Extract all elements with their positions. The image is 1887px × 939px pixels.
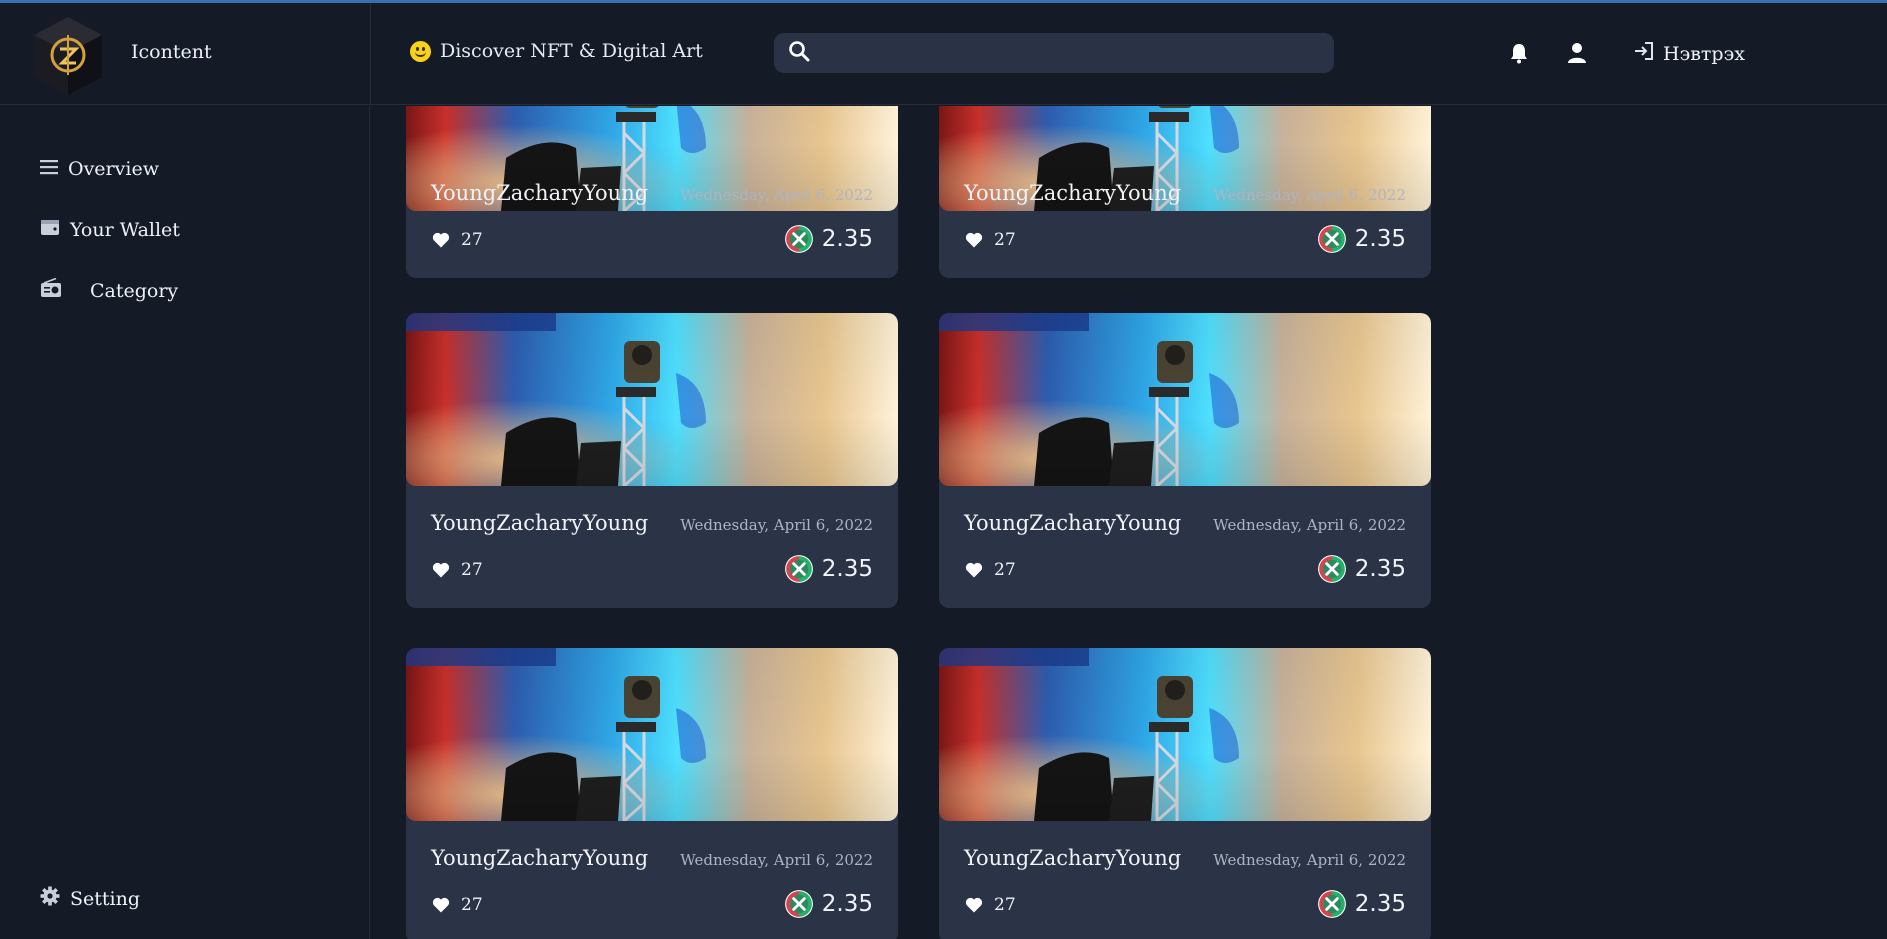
like-button[interactable]: 27 <box>964 230 1016 250</box>
sidebar-item-your-wallet[interactable]: Your Wallet <box>40 218 180 241</box>
sidebar-item-label: Setting <box>70 887 141 910</box>
author-name[interactable]: YoungZacharyYoung <box>964 181 1181 205</box>
card-date: Wednesday, April 6, 2022 <box>1213 186 1406 204</box>
author-name[interactable]: YoungZacharyYoung <box>964 511 1181 535</box>
tagline: Discover NFT & Digital Art <box>410 40 703 62</box>
heart-icon <box>964 230 984 250</box>
price-value: 2.35 <box>1354 556 1406 582</box>
like-button[interactable]: 27 <box>431 895 483 915</box>
like-button[interactable]: 27 <box>964 895 1016 915</box>
user-icon[interactable] <box>1565 41 1589 65</box>
heart-icon <box>431 895 451 915</box>
nft-image[interactable] <box>939 648 1431 821</box>
nft-card[interactable]: YoungZacharyYoung Wednesday, April 6, 20… <box>406 313 898 608</box>
header-divider <box>370 3 371 105</box>
nft-image[interactable] <box>939 313 1431 486</box>
likes-count: 27 <box>994 230 1016 250</box>
nft-grid: YoungZacharyYoung Wednesday, April 6, 20… <box>371 106 1887 939</box>
nft-card[interactable]: YoungZacharyYoung Wednesday, April 6, 20… <box>406 106 898 278</box>
author-name[interactable]: YoungZacharyYoung <box>964 846 1181 870</box>
app-name[interactable]: Icontent <box>131 41 212 63</box>
login-button[interactable]: Нэвтрэх <box>1633 41 1745 66</box>
search-icon <box>788 40 810 66</box>
price-value: 2.35 <box>821 891 873 917</box>
list-icon <box>40 158 58 180</box>
login-label: Нэвтрэх <box>1663 42 1745 65</box>
coin-icon <box>1317 554 1347 584</box>
nft-card[interactable]: YoungZacharyYoung Wednesday, April 6, 20… <box>939 648 1431 939</box>
price: 2.35 <box>784 224 873 254</box>
price-value: 2.35 <box>821 556 873 582</box>
nft-card[interactable]: YoungZacharyYoung Wednesday, April 6, 20… <box>406 648 898 939</box>
coin-icon <box>784 889 814 919</box>
gear-icon <box>40 886 60 911</box>
author-name[interactable]: YoungZacharyYoung <box>431 511 648 535</box>
price: 2.35 <box>1317 224 1406 254</box>
price: 2.35 <box>1317 889 1406 919</box>
sidebar-item-overview[interactable]: Overview <box>40 158 159 180</box>
search-bar[interactable] <box>774 33 1334 73</box>
nft-card[interactable]: YoungZacharyYoung Wednesday, April 6, 20… <box>939 106 1431 278</box>
coin-icon <box>784 224 814 254</box>
card-date: Wednesday, April 6, 2022 <box>1213 516 1406 534</box>
sidebar-item-label: Your Wallet <box>70 218 180 241</box>
radio-icon <box>40 277 62 303</box>
price-value: 2.35 <box>1354 226 1406 252</box>
price-value: 2.35 <box>1354 891 1406 917</box>
coin-icon <box>784 554 814 584</box>
likes-count: 27 <box>994 560 1016 580</box>
author-name[interactable]: YoungZacharyYoung <box>431 846 648 870</box>
wallet-icon <box>40 218 60 241</box>
card-date: Wednesday, April 6, 2022 <box>680 516 873 534</box>
price-value: 2.35 <box>821 226 873 252</box>
like-button[interactable]: 27 <box>964 560 1016 580</box>
likes-count: 27 <box>461 895 483 915</box>
heart-icon <box>964 895 984 915</box>
header: Icontent Discover NFT & Digital Art Нэвт… <box>0 3 1887 105</box>
sidebar-item-setting[interactable]: Setting <box>40 886 140 911</box>
price: 2.35 <box>784 554 873 584</box>
coin-icon <box>1317 889 1347 919</box>
price: 2.35 <box>1317 554 1406 584</box>
sidebar-item-label: Overview <box>68 158 159 180</box>
bell-icon[interactable] <box>1507 41 1531 65</box>
sidebar-item-label: Category <box>90 279 179 302</box>
nft-image[interactable] <box>406 313 898 486</box>
sign-in-icon <box>1633 41 1655 66</box>
heart-icon <box>964 560 984 580</box>
sidebar: Overview Your Wallet Category Setting <box>0 106 370 939</box>
card-date: Wednesday, April 6, 2022 <box>680 186 873 204</box>
price: 2.35 <box>784 889 873 919</box>
heart-icon <box>431 560 451 580</box>
coin-icon <box>1317 224 1347 254</box>
likes-count: 27 <box>461 560 483 580</box>
nft-image[interactable] <box>406 648 898 821</box>
likes-count: 27 <box>461 230 483 250</box>
like-button[interactable]: 27 <box>431 230 483 250</box>
heart-icon <box>431 230 451 250</box>
card-date: Wednesday, April 6, 2022 <box>680 851 873 869</box>
sidebar-item-category[interactable]: Category <box>40 277 179 303</box>
nft-card[interactable]: YoungZacharyYoung Wednesday, April 6, 20… <box>939 313 1431 608</box>
app-logo[interactable] <box>30 15 106 97</box>
smiley-icon <box>410 40 431 62</box>
search-input[interactable] <box>810 44 1334 62</box>
tagline-text: Discover NFT & Digital Art <box>440 40 703 62</box>
likes-count: 27 <box>994 895 1016 915</box>
card-date: Wednesday, April 6, 2022 <box>1213 851 1406 869</box>
author-name[interactable]: YoungZacharyYoung <box>431 181 648 205</box>
like-button[interactable]: 27 <box>431 560 483 580</box>
